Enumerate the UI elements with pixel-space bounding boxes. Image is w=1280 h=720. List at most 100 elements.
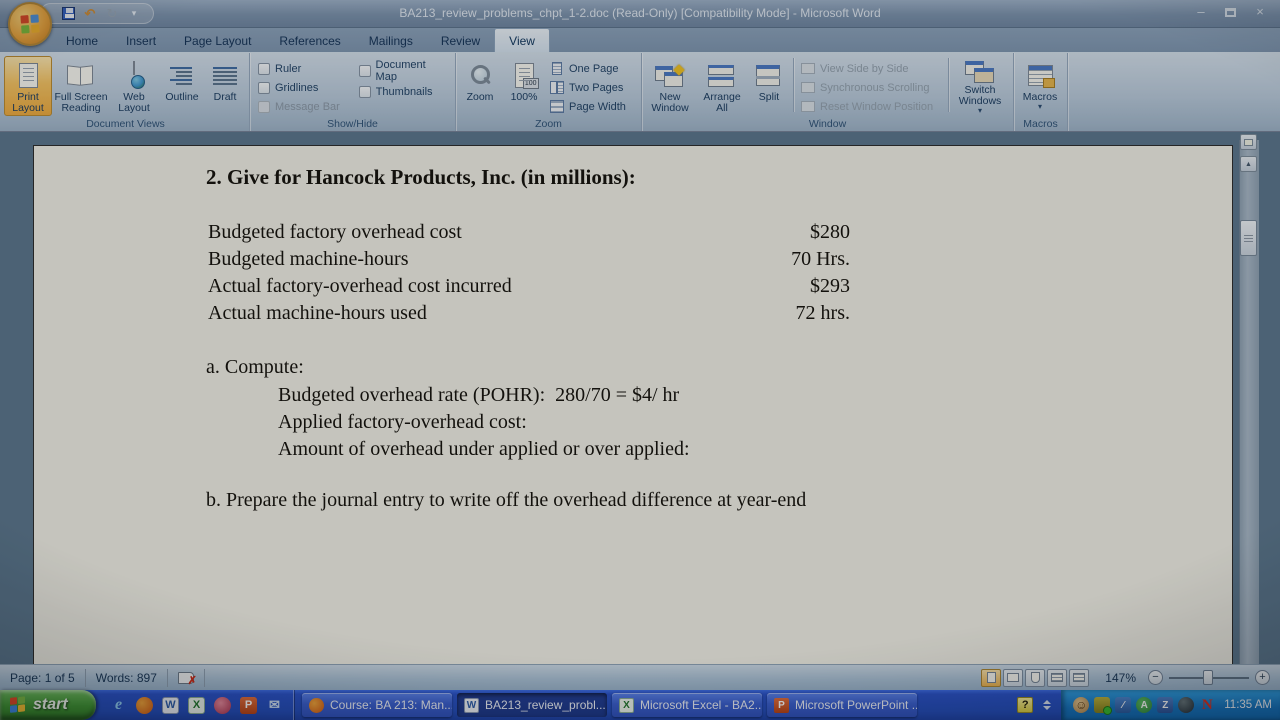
ruler-toggle-button[interactable] xyxy=(1240,134,1257,150)
close-button[interactable]: × xyxy=(1250,5,1270,19)
task-buttons: Course: BA 213: Man... W BA213_review_pr… xyxy=(302,693,917,717)
antivirus-shield-icon[interactable] xyxy=(1094,697,1110,713)
outline-button[interactable]: Outline xyxy=(158,56,206,116)
document-page[interactable]: 2. Give for Hancock Products, Inc. (in m… xyxy=(33,145,1233,664)
checkbox-ruler[interactable]: Ruler xyxy=(258,60,349,79)
zoom-level[interactable]: 147% xyxy=(1105,671,1136,685)
view-shortcut-full-screen[interactable] xyxy=(1003,669,1023,687)
page-100-icon: 100 xyxy=(515,59,534,92)
tab-mailings[interactable]: Mailings xyxy=(355,28,427,52)
zoom-100-button[interactable]: 100 100% xyxy=(502,56,546,116)
document-area: 2. Give for Hancock Products, Inc. (in m… xyxy=(0,132,1280,664)
internet-explorer-icon[interactable]: e xyxy=(110,697,127,714)
two-pages-button[interactable]: Two Pages xyxy=(550,78,626,97)
zoom-slider[interactable] xyxy=(1169,670,1249,685)
redo-icon: ↻ xyxy=(107,6,118,22)
word-count[interactable]: Words: 897 xyxy=(86,669,168,687)
tab-home[interactable]: Home xyxy=(52,28,112,52)
web-layout-button[interactable]: Web Layout xyxy=(110,56,158,116)
page-width-icon xyxy=(550,100,564,113)
system-tray: ☺ ⁄ A Z N 11:35 AM xyxy=(1061,690,1280,720)
powerpoint-icon[interactable]: P xyxy=(240,697,257,714)
tools-icon[interactable]: ⁄ xyxy=(1115,697,1131,713)
scrollbar-thumb[interactable] xyxy=(1240,220,1257,256)
dark-globe-icon[interactable] xyxy=(1178,697,1194,713)
taskbar-clock[interactable]: 11:35 AM xyxy=(1224,699,1272,711)
help-icon[interactable]: ? xyxy=(1017,697,1033,713)
doc-row: Actual factory-overhead cost incurred $2… xyxy=(208,273,850,299)
save-button[interactable] xyxy=(59,5,77,22)
vertical-scrollbar[interactable] xyxy=(1239,140,1259,664)
group-label-show-hide: Show/Hide xyxy=(250,118,455,130)
new-window-button[interactable]: New Window xyxy=(644,56,696,116)
tab-insert[interactable]: Insert xyxy=(112,28,170,52)
split-button[interactable]: Split xyxy=(748,56,790,116)
checkbox-icon xyxy=(359,65,371,77)
checkbox-icon xyxy=(258,63,270,75)
messenger-smiley-icon[interactable]: ☺ xyxy=(1073,697,1089,713)
draft-button[interactable]: Draft xyxy=(206,56,244,116)
restore-button[interactable] xyxy=(1225,8,1236,17)
task-firefox-course[interactable]: Course: BA 213: Man... xyxy=(302,693,452,717)
green-a-icon[interactable]: A xyxy=(1136,697,1152,713)
excel-icon[interactable]: X xyxy=(188,697,205,714)
scroll-up-button[interactable]: ▲ xyxy=(1240,156,1257,172)
start-button[interactable]: start xyxy=(0,690,96,720)
checkbox-message-bar: Message Bar xyxy=(258,97,349,116)
ribbon-view-tab-panel: Print Layout Full Screen Reading Web Lay… xyxy=(0,52,1280,132)
task-word-document[interactable]: W BA213_review_probl... xyxy=(457,693,607,717)
checkbox-thumbnails[interactable]: Thumbnails xyxy=(359,81,449,102)
hidden-icons-chevron[interactable] xyxy=(1043,700,1051,710)
zoom-slider-thumb[interactable] xyxy=(1203,670,1213,685)
doc-part-a-item: Amount of overhead under applied or over… xyxy=(278,436,690,462)
tab-page-layout[interactable]: Page Layout xyxy=(170,28,265,52)
doc-part-a-item: Budgeted overhead rate (POHR): 280/70 = … xyxy=(278,382,679,408)
print-layout-button[interactable]: Print Layout xyxy=(4,56,52,116)
outlook-express-icon[interactable]: ✉ xyxy=(266,697,283,714)
ribbon-tab-strip: Home Insert Page Layout References Maili… xyxy=(0,28,1280,52)
undo-button[interactable]: ↶ xyxy=(81,5,99,22)
arrange-all-button[interactable]: Arrange All xyxy=(696,56,748,116)
title-bar[interactable]: ↶ ↻ ▾ BA213_review_problems_chpt_1-2.doc… xyxy=(0,0,1280,28)
minimize-button[interactable]: – xyxy=(1191,5,1211,19)
switch-windows-button[interactable]: Switch Windows ▾ xyxy=(952,56,1008,116)
full-screen-reading-button[interactable]: Full Screen Reading xyxy=(52,56,110,116)
zoom-in-button[interactable]: + xyxy=(1255,670,1270,685)
key-icon[interactable] xyxy=(214,697,231,714)
task-excel[interactable]: X Microsoft Excel - BA2... xyxy=(612,693,762,717)
group-show-hide: Ruler Gridlines Message Bar Document Map xyxy=(250,53,456,131)
redo-button[interactable]: ↻ xyxy=(103,5,121,22)
undo-icon: ↶ xyxy=(85,6,96,22)
z-app-icon[interactable]: Z xyxy=(1157,697,1173,713)
zoom-button[interactable]: Zoom xyxy=(458,56,502,116)
reset-window-position-icon xyxy=(801,101,815,112)
macros-icon xyxy=(1028,59,1053,92)
page-indicator[interactable]: Page: 1 of 5 xyxy=(0,669,86,687)
view-shortcut-print-layout[interactable] xyxy=(981,669,1001,687)
checkbox-document-map[interactable]: Document Map xyxy=(359,60,449,81)
view-shortcut-draft[interactable] xyxy=(1069,669,1089,687)
doc-part-a-item: Applied factory-overhead cost: xyxy=(278,409,527,435)
tab-review[interactable]: Review xyxy=(427,28,494,52)
word-icon[interactable]: W xyxy=(162,697,179,714)
group-label-macros: Macros xyxy=(1014,118,1067,130)
group-label-window: Window xyxy=(642,118,1013,130)
checkbox-gridlines[interactable]: Gridlines xyxy=(258,79,349,98)
office-button[interactable] xyxy=(8,2,52,46)
checkbox-icon xyxy=(258,82,270,94)
status-bar: Page: 1 of 5 Words: 897 ✗ 147% − + xyxy=(0,664,1280,690)
red-n-icon[interactable]: N xyxy=(1199,697,1215,713)
view-shortcut-web-layout[interactable] xyxy=(1025,669,1045,687)
proofing-status[interactable]: ✗ xyxy=(168,669,205,687)
firefox-icon[interactable] xyxy=(136,697,153,714)
view-side-by-side-icon xyxy=(801,63,815,74)
task-powerpoint[interactable]: P Microsoft PowerPoint ... xyxy=(767,693,917,717)
view-shortcut-outline[interactable] xyxy=(1047,669,1067,687)
tab-references[interactable]: References xyxy=(265,28,354,52)
macros-button[interactable]: Macros ▾ xyxy=(1016,56,1064,116)
tab-view[interactable]: View xyxy=(494,28,550,52)
one-page-button[interactable]: One Page xyxy=(550,59,626,78)
page-width-button[interactable]: Page Width xyxy=(550,97,626,116)
zoom-out-button[interactable]: − xyxy=(1148,670,1163,685)
doc-heading: 2. Give for Hancock Products, Inc. (in m… xyxy=(206,164,636,190)
